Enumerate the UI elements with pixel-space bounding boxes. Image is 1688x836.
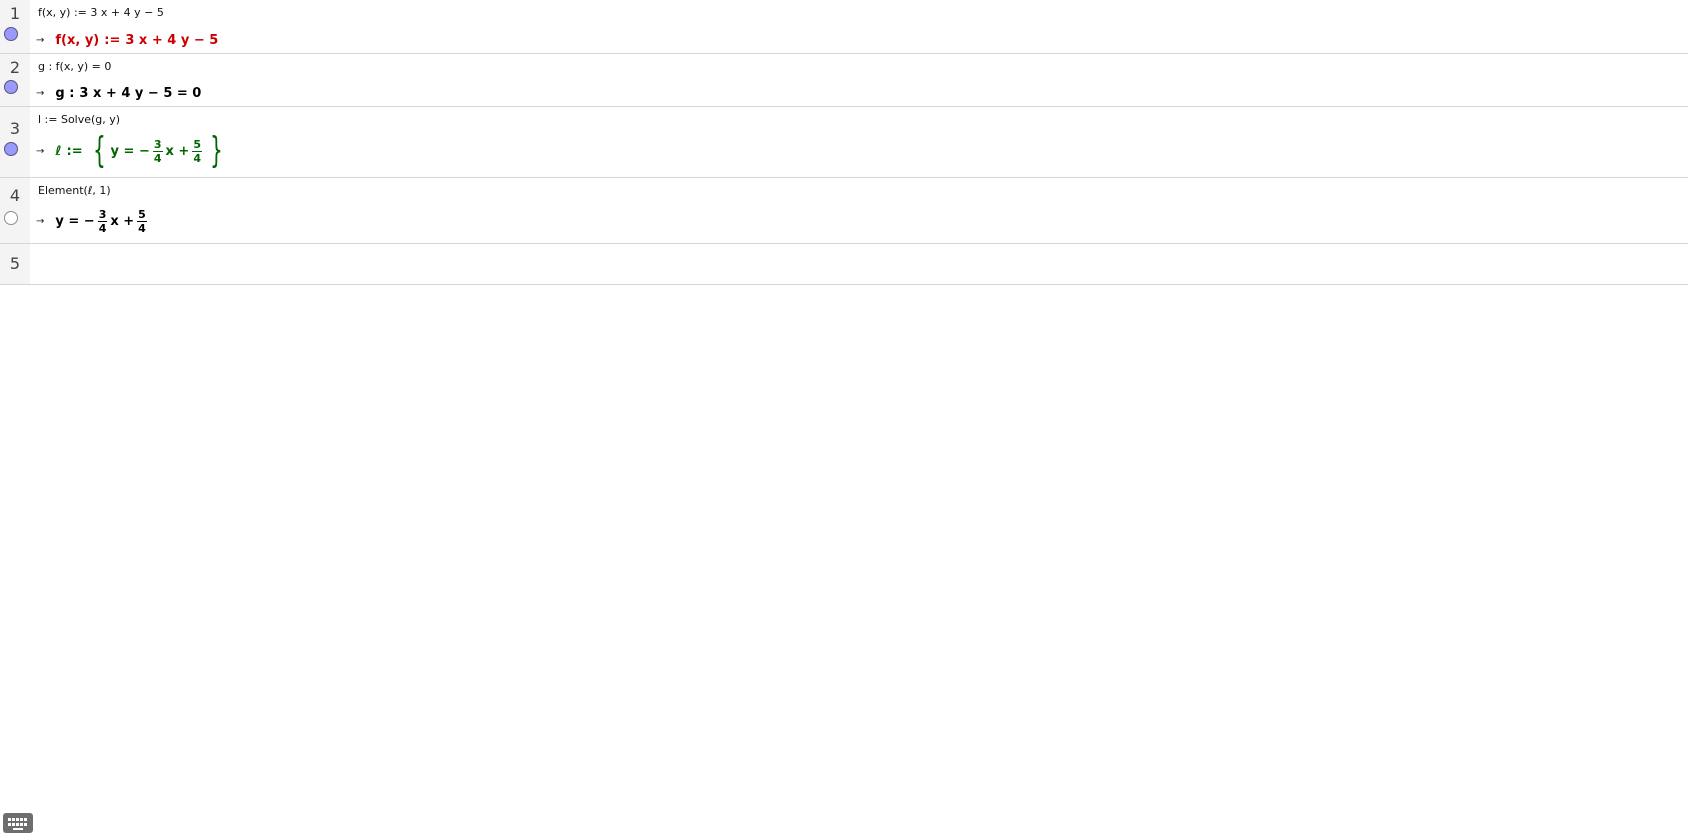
output-term-2: x +	[110, 214, 135, 229]
fraction-denominator: 4	[98, 222, 107, 235]
fraction-numerator: 5	[192, 137, 202, 152]
cas-row-4[interactable]: 4 Element(ℓ, 1) → y = − 3 4 x + 5 4	[0, 178, 1688, 244]
fraction-denominator: 4	[193, 151, 201, 165]
output-term-1: y = −	[55, 214, 95, 229]
cas-input-5[interactable]	[38, 256, 1638, 272]
output-lhs: f(x, y)	[55, 33, 100, 48]
cas-input-4[interactable]: Element(ℓ, 1)	[38, 184, 111, 197]
visibility-toggle-on-icon[interactable]	[4, 27, 18, 41]
row-number: 2	[9, 58, 21, 77]
keyboard-button[interactable]	[3, 813, 33, 833]
output-rhs: 3 x + 4 y − 5 = 0	[79, 86, 202, 101]
output-arrow-icon: →	[36, 35, 45, 46]
output-arrow-icon: →	[36, 216, 45, 227]
row-number: 3	[9, 119, 21, 138]
output-rhs: 3 x + 4 y − 5	[125, 33, 219, 48]
output-lhs: g :	[55, 86, 75, 101]
fraction-numerator: 3	[97, 208, 108, 222]
cas-row-1[interactable]: 1 f(x, y) := 3 x + 4 y − 5 → f(x, y) := …	[0, 0, 1688, 54]
fraction-numerator: 3	[152, 137, 163, 152]
visibility-toggle-on-icon[interactable]	[4, 80, 18, 94]
output-assign-op: :=	[104, 33, 121, 48]
cas-output-4: → y = − 3 4 x + 5 4	[36, 208, 150, 235]
visibility-toggle-on-icon[interactable]	[4, 142, 18, 156]
cas-output-3: → ℓ := { y = − 3 4 x + 5 4 }	[36, 130, 228, 171]
cas-input-3[interactable]: l := Solve(g, y)	[38, 113, 120, 126]
close-brace: }	[210, 130, 223, 171]
fraction-2: 5 4	[192, 138, 202, 165]
output-arrow-icon: →	[36, 145, 45, 157]
open-brace: {	[92, 130, 106, 171]
fraction-1: 3 4	[152, 137, 163, 165]
row-number: 4	[9, 186, 21, 205]
fraction-2: 5 4	[137, 208, 147, 235]
cas-row-5[interactable]: 5	[0, 244, 1688, 285]
output-assign-op: :=	[66, 143, 83, 159]
fraction-numerator: 5	[137, 208, 147, 222]
output-term-2: x +	[165, 143, 190, 159]
cas-row-2[interactable]: 2 g : f(x, y) = 0 → g : 3 x + 4 y − 5 = …	[0, 54, 1688, 107]
output-term-1: y = −	[110, 143, 150, 159]
fraction-denominator: 4	[153, 151, 162, 165]
cas-input-1[interactable]: f(x, y) := 3 x + 4 y − 5	[38, 6, 164, 19]
cas-input-2[interactable]: g : f(x, y) = 0	[38, 60, 111, 73]
cas-row-3[interactable]: 3 l := Solve(g, y) → ℓ := { y = − 3 4 x …	[0, 107, 1688, 178]
keyboard-icon	[3, 813, 33, 833]
row-gutter	[0, 107, 30, 177]
row-number: 5	[9, 254, 21, 273]
visibility-toggle-off-icon[interactable]	[4, 211, 18, 225]
fraction-1: 3 4	[97, 208, 108, 235]
cas-view: 1 f(x, y) := 3 x + 4 y − 5 → f(x, y) := …	[0, 0, 1688, 285]
fraction-denominator: 4	[138, 222, 146, 235]
row-number: 1	[9, 4, 21, 23]
cas-output-1: → f(x, y) := 3 x + 4 y − 5	[36, 33, 218, 48]
output-arrow-icon: →	[36, 88, 45, 99]
cas-output-2: → g : 3 x + 4 y − 5 = 0	[36, 86, 201, 101]
output-lhs: ℓ	[55, 143, 62, 159]
